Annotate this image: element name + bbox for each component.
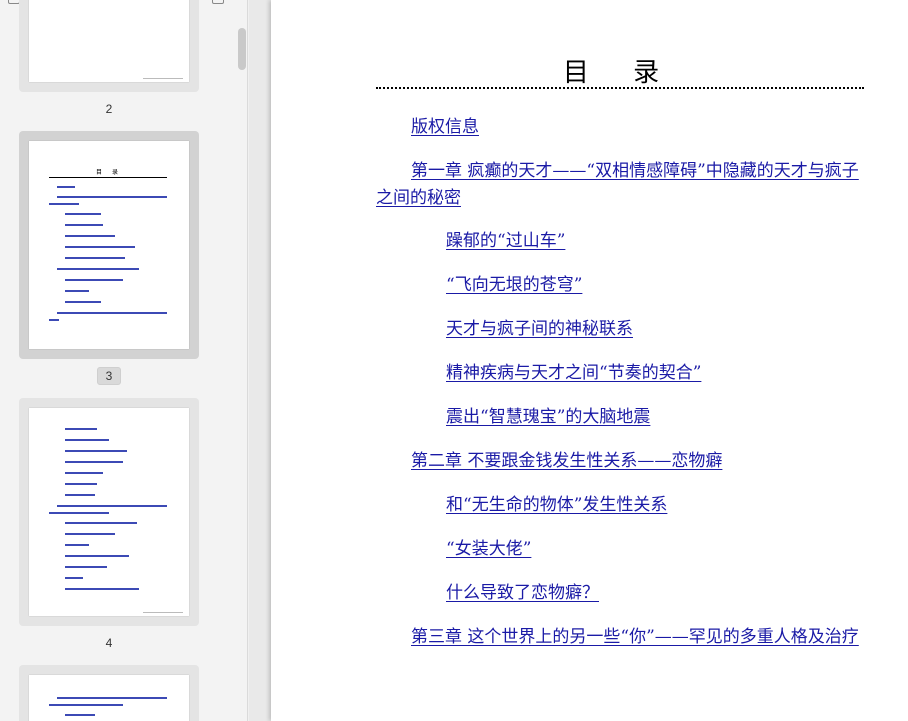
toc-link-section[interactable]: 和“无生命的物体”发生性关系 bbox=[446, 492, 667, 519]
mini-title-rule bbox=[49, 177, 167, 178]
mini-toc-line bbox=[65, 246, 135, 248]
toc-link-section[interactable]: 躁郁的“过山车” bbox=[446, 228, 565, 255]
mini-toc-line bbox=[57, 196, 167, 198]
mini-toc-line bbox=[49, 203, 79, 205]
mini-footer bbox=[143, 612, 183, 613]
toc-link-chapter-3[interactable]: 第三章 这个世界上的另一些“你”——罕见的多重人格及治疗 bbox=[376, 624, 864, 651]
mini-toc-line bbox=[65, 279, 123, 281]
mini-toc-line bbox=[65, 714, 95, 716]
document-page: 目 录 版权信息 第一章 疯癫的天才——“双相情感障碍”中隐藏的天才与疯子之间的… bbox=[271, 0, 908, 721]
toc-link-chapter-1[interactable]: 第一章 疯癫的天才——“双相情感障碍”中隐藏的天才与疯子之间的秘密 bbox=[376, 158, 864, 212]
mini-toc-line bbox=[65, 439, 109, 441]
thumbnail-page-2[interactable] bbox=[19, 0, 199, 92]
title-divider bbox=[376, 87, 864, 89]
mini-toc-line bbox=[65, 290, 89, 292]
document-viewer: 目 录 版权信息 第一章 疯癫的天才——“双相情感障碍”中隐藏的天才与疯子之间的… bbox=[249, 0, 908, 721]
thumbnail-page-number: 2 bbox=[105, 102, 113, 116]
toc-link-chapter-2[interactable]: 第二章 不要跟金钱发生性关系——恋物癖 bbox=[411, 448, 722, 475]
mini-toc-line bbox=[65, 450, 127, 452]
mini-toc-line bbox=[65, 566, 107, 568]
expand-icon[interactable] bbox=[212, 0, 224, 4]
mini-toc-line bbox=[57, 186, 75, 188]
mini-toc-line bbox=[65, 494, 95, 496]
toc-link-section[interactable]: 天才与疯子间的神秘联系 bbox=[446, 316, 633, 343]
mini-toc-line bbox=[57, 505, 167, 507]
mini-toc-line bbox=[65, 461, 123, 463]
mini-toc-line bbox=[65, 577, 83, 579]
mini-toc-line bbox=[57, 312, 167, 314]
mini-toc-line bbox=[65, 301, 101, 303]
thumbnail-page-image bbox=[29, 675, 189, 721]
thumbnail-page-number: 3 bbox=[97, 367, 121, 385]
mini-toc-line bbox=[57, 268, 139, 270]
sidebar-scrollbar-thumb[interactable] bbox=[238, 28, 246, 70]
mini-toc-line bbox=[65, 257, 125, 259]
mini-toc-line bbox=[65, 428, 97, 430]
mini-toc-line bbox=[49, 704, 123, 706]
mini-toc-line bbox=[65, 213, 101, 215]
mini-toc-line bbox=[65, 235, 115, 237]
mini-toc-line bbox=[49, 319, 59, 321]
toc-link-section[interactable]: “女装大佬” bbox=[446, 536, 531, 563]
page-title: 目 录 bbox=[562, 58, 678, 88]
mini-toc-line bbox=[57, 697, 167, 699]
toc-link-section[interactable]: “飞向无垠的苍穹” bbox=[446, 272, 582, 299]
thumbnail-page-image bbox=[29, 408, 189, 616]
mini-toc-line bbox=[65, 533, 115, 535]
mini-toc-line bbox=[65, 555, 129, 557]
toc-link-copyright[interactable]: 版权信息 bbox=[411, 114, 479, 141]
thumbnail-page-image: 目 录 bbox=[29, 141, 189, 349]
mini-toc-line bbox=[49, 512, 109, 514]
thumbnail-page-3[interactable]: 目 录 bbox=[19, 131, 199, 359]
thumbnail-page-5[interactable] bbox=[19, 665, 199, 721]
mini-toc-line bbox=[65, 588, 139, 590]
mini-toc-line bbox=[65, 544, 89, 546]
thumbnail-page-image bbox=[29, 0, 189, 82]
mini-toc-line bbox=[65, 224, 103, 226]
toc-link-section[interactable]: 精神疾病与天才之间“节奏的契合” bbox=[446, 360, 701, 387]
thumbnail-sidebar: 2 目 录 3 4 bbox=[0, 0, 248, 721]
thumbnail-page-number: 4 bbox=[105, 636, 113, 650]
toc-link-section[interactable]: 震出“智慧瑰宝”的大脑地震 bbox=[446, 404, 650, 431]
mini-title: 目 录 bbox=[96, 169, 122, 176]
mini-toc-line bbox=[65, 472, 103, 474]
sidebar-scrollbar[interactable] bbox=[236, 0, 247, 721]
thumbnail-page-4[interactable] bbox=[19, 398, 199, 626]
mini-toc-line bbox=[65, 522, 137, 524]
toc-link-section[interactable]: 什么导致了恋物癖？ bbox=[446, 580, 599, 607]
mini-footer bbox=[143, 78, 183, 79]
mini-toc-line bbox=[65, 483, 97, 485]
